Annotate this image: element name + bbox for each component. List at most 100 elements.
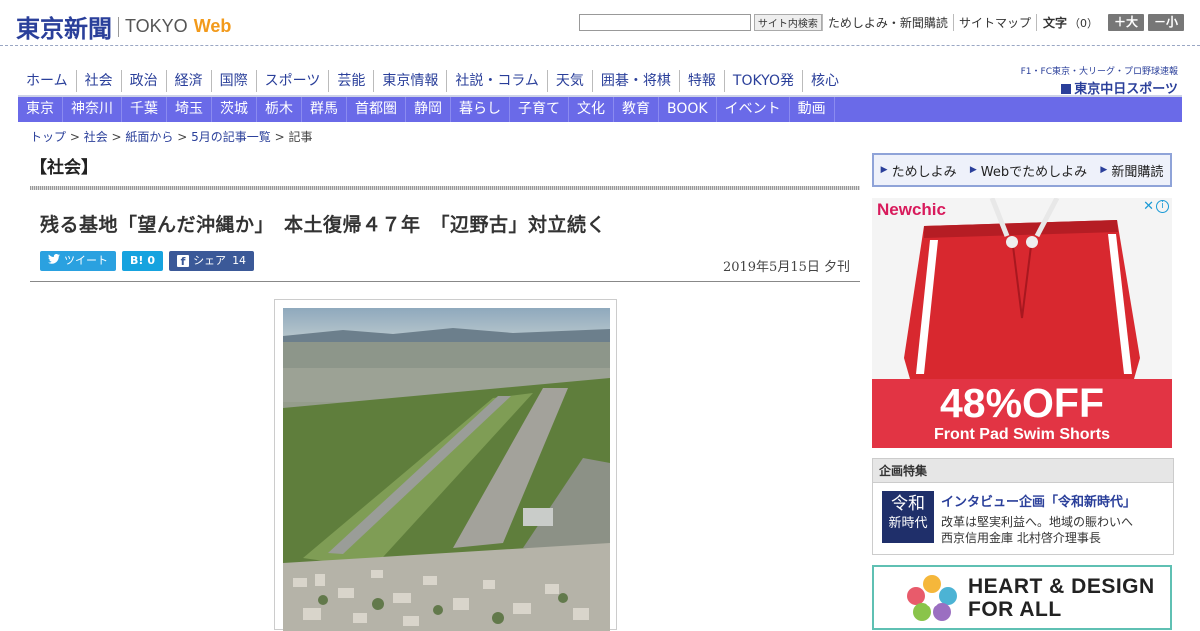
region-item-gunma[interactable]: 群馬 [302, 97, 347, 122]
search-button[interactable]: サイト内検索 [753, 14, 822, 31]
section-divider [30, 186, 860, 190]
nav-item-society[interactable]: 社会 [75, 70, 121, 92]
region-item-tokyo[interactable]: 東京 [18, 97, 63, 122]
breadcrumb-from-paper[interactable]: 紙面から [125, 130, 173, 144]
feature-description: 改革は堅実利益へ。地域の賑わいへ 西京信用金庫 北村啓介理事長 [941, 514, 1133, 546]
nav-item-international[interactable]: 国際 [210, 70, 256, 92]
facebook-share-button[interactable]: f シェア 14 [169, 251, 255, 271]
ad-subtitle: Front Pad Swim Shorts [933, 426, 1110, 443]
breadcrumb-may-list[interactable]: 5月の記事一覧 [191, 130, 271, 144]
subscribe-link[interactable]: ためしよみ・新聞購読 [821, 14, 953, 31]
nav-item-special[interactable]: 特報 [678, 70, 724, 92]
region-item-kurashi[interactable]: 暮らし [451, 97, 510, 122]
nav-item-sports[interactable]: スポーツ [255, 70, 329, 92]
heart-design-banner[interactable]: HEART & DESIGN FOR ALL [872, 565, 1172, 630]
nav-item-core[interactable]: 核心 [801, 70, 847, 92]
nav-item-tokyo-info[interactable]: 東京情報 [373, 70, 446, 92]
region-nav: 東京 神奈川 千葉 埼玉 茨城 栃木 群馬 首都圏 静岡 暮らし 子育て 文化 … [18, 97, 1182, 122]
date-divider [30, 281, 860, 282]
site-header: 東京新聞 TOKYO Web サイト内検索 ためしよみ・新聞購読 サイトマップ … [0, 0, 1200, 46]
ad-info-icon[interactable]: i [1156, 200, 1169, 213]
subscribe-sidebar-link[interactable]: ▶ 新聞購読 [1100, 161, 1163, 180]
ad-offer: 48%OFF Front Pad Swim Shorts [872, 379, 1172, 448]
nav-item-economy[interactable]: 経済 [165, 70, 211, 92]
breadcrumb-sep: > [173, 130, 192, 144]
ad-close-icon[interactable]: ✕ [1143, 199, 1154, 214]
chunichi-mark-icon [1061, 84, 1072, 94]
sitemap-link[interactable]: サイトマップ [952, 14, 1036, 31]
region-item-event[interactable]: イベント [717, 97, 790, 122]
feature-box: 企画特集 令和 新時代 インタビュー企画「令和新時代」 改革は堅実利益へ。地域の… [872, 458, 1174, 555]
nav-item-igo-shogi[interactable]: 囲碁・将棋 [591, 70, 679, 92]
web-trial-link[interactable]: ▶ Webでためしよみ [970, 161, 1087, 180]
logo-japanese: 東京新聞 [16, 14, 112, 43]
feature-desc-line2: 西京信用金庫 北村啓介理事長 [941, 531, 1101, 545]
triangle-right-icon: ▶ [969, 165, 977, 175]
feature-desc-line1: 改革は堅実利益へ。地域の賑わいへ [941, 515, 1134, 529]
facebook-share-count: 14 [232, 254, 247, 267]
article-date: 2019年5月15日 夕刊 [722, 260, 850, 275]
site-logo[interactable]: 東京新聞 TOKYO Web [16, 9, 231, 44]
region-item-kyoiku[interactable]: 教育 [614, 97, 659, 122]
nav-item-entertainment[interactable]: 芸能 [328, 70, 373, 92]
tweet-button[interactable]: ツイート [40, 251, 116, 271]
chunichi-sports-link[interactable]: F1・FC東京・大リーグ・プロ野球速報 東京中日スポーツ [1021, 64, 1178, 97]
article-photo-frame [274, 299, 617, 631]
region-item-kosodate[interactable]: 子育て [510, 97, 569, 122]
ad-brand: Newchic [877, 200, 946, 219]
hatena-count: 0 [147, 254, 156, 267]
region-item-tochigi[interactable]: 栃木 [257, 97, 302, 122]
chunichi-logo: 東京中日スポーツ [1021, 78, 1178, 97]
fontsize-label: 文字 [1035, 14, 1067, 31]
region-item-shizuoka[interactable]: 静岡 [406, 97, 451, 122]
breadcrumb-society[interactable]: 社会 [84, 130, 108, 144]
logo-divider [118, 16, 119, 37]
region-item-kanagawa[interactable]: 神奈川 [63, 97, 122, 122]
breadcrumb: トップ > 社会 > 紙面から > 5月の記事一覧 > 記事 [30, 128, 312, 145]
hatena-bookmark-button[interactable]: B! 0 [122, 251, 164, 271]
logo-english: TOKYO [125, 16, 188, 36]
region-item-shutoken[interactable]: 首都圏 [347, 97, 406, 122]
ad-headline: 48%OFF [939, 380, 1105, 426]
subscription-links: ▶ ためしよみ ▶ Webでためしよみ ▶ 新聞購読 [872, 153, 1172, 187]
region-item-video[interactable]: 動画 [790, 97, 835, 122]
feature-thumb-line1: 令和 [891, 494, 925, 514]
region-item-ibaraki[interactable]: 茨城 [212, 97, 257, 122]
feature-thumbnail[interactable]: 令和 新時代 [882, 491, 934, 543]
nav-item-editorial[interactable]: 社説・コラム [446, 70, 547, 92]
nav-item-tokyo-hatsu[interactable]: TOKYO発 [723, 70, 802, 92]
chunichi-tagline: F1・FC東京・大リーグ・プロ野球速報 [1020, 67, 1178, 77]
heart-design-line2: FOR ALL [968, 598, 1062, 621]
share-buttons: ツイート B! 0 f シェア 14 [40, 251, 260, 271]
nav-item-politics[interactable]: 政治 [120, 70, 166, 92]
region-item-saitama[interactable]: 埼玉 [167, 97, 212, 122]
breadcrumb-top[interactable]: トップ [30, 130, 66, 144]
font-smaller-button[interactable]: －小 [1147, 14, 1184, 31]
region-item-bunka[interactable]: 文化 [569, 97, 614, 122]
fontsize-value: （0） [1068, 16, 1098, 30]
tweet-label: ツイート [64, 254, 108, 267]
feature-title-link[interactable]: インタビュー企画「令和新時代」 [941, 491, 1136, 510]
font-bigger-button[interactable]: ＋大 [1107, 14, 1144, 31]
nav-item-weather[interactable]: 天気 [546, 70, 592, 92]
advertisement-banner[interactable]: Newchic ✕ i 48%OFF Front Pad Swim Shorts [872, 198, 1172, 448]
search-input[interactable] [578, 14, 751, 31]
nav-item-home[interactable]: ホーム [18, 70, 76, 92]
heart-design-text: HEART & DESIGN FOR ALL [968, 575, 1155, 621]
flower-logo-icon [907, 575, 957, 621]
logo-web: Web [193, 16, 232, 36]
region-item-chiba[interactable]: 千葉 [122, 97, 167, 122]
facebook-icon: f [177, 255, 190, 268]
heart-design-line1: HEART & DESIGN [968, 575, 1155, 598]
breadcrumb-sep: > [107, 130, 126, 144]
main-nav: ホーム 社会 政治 経済 国際 スポーツ 芸能 東京情報 社説・コラム 天気 囲… [18, 70, 847, 92]
ad-product-image [872, 198, 1172, 379]
article-photo-aerial-base[interactable] [283, 308, 610, 631]
breadcrumb-current: 記事 [288, 130, 313, 144]
feature-heading: 企画特集 [873, 459, 1173, 483]
triangle-right-icon: ▶ [880, 165, 888, 175]
twitter-bird-icon [48, 251, 60, 271]
region-item-book[interactable]: BOOK [659, 97, 717, 122]
breadcrumb-sep: > [270, 130, 289, 144]
trial-read-link[interactable]: ▶ ためしよみ [881, 161, 957, 180]
